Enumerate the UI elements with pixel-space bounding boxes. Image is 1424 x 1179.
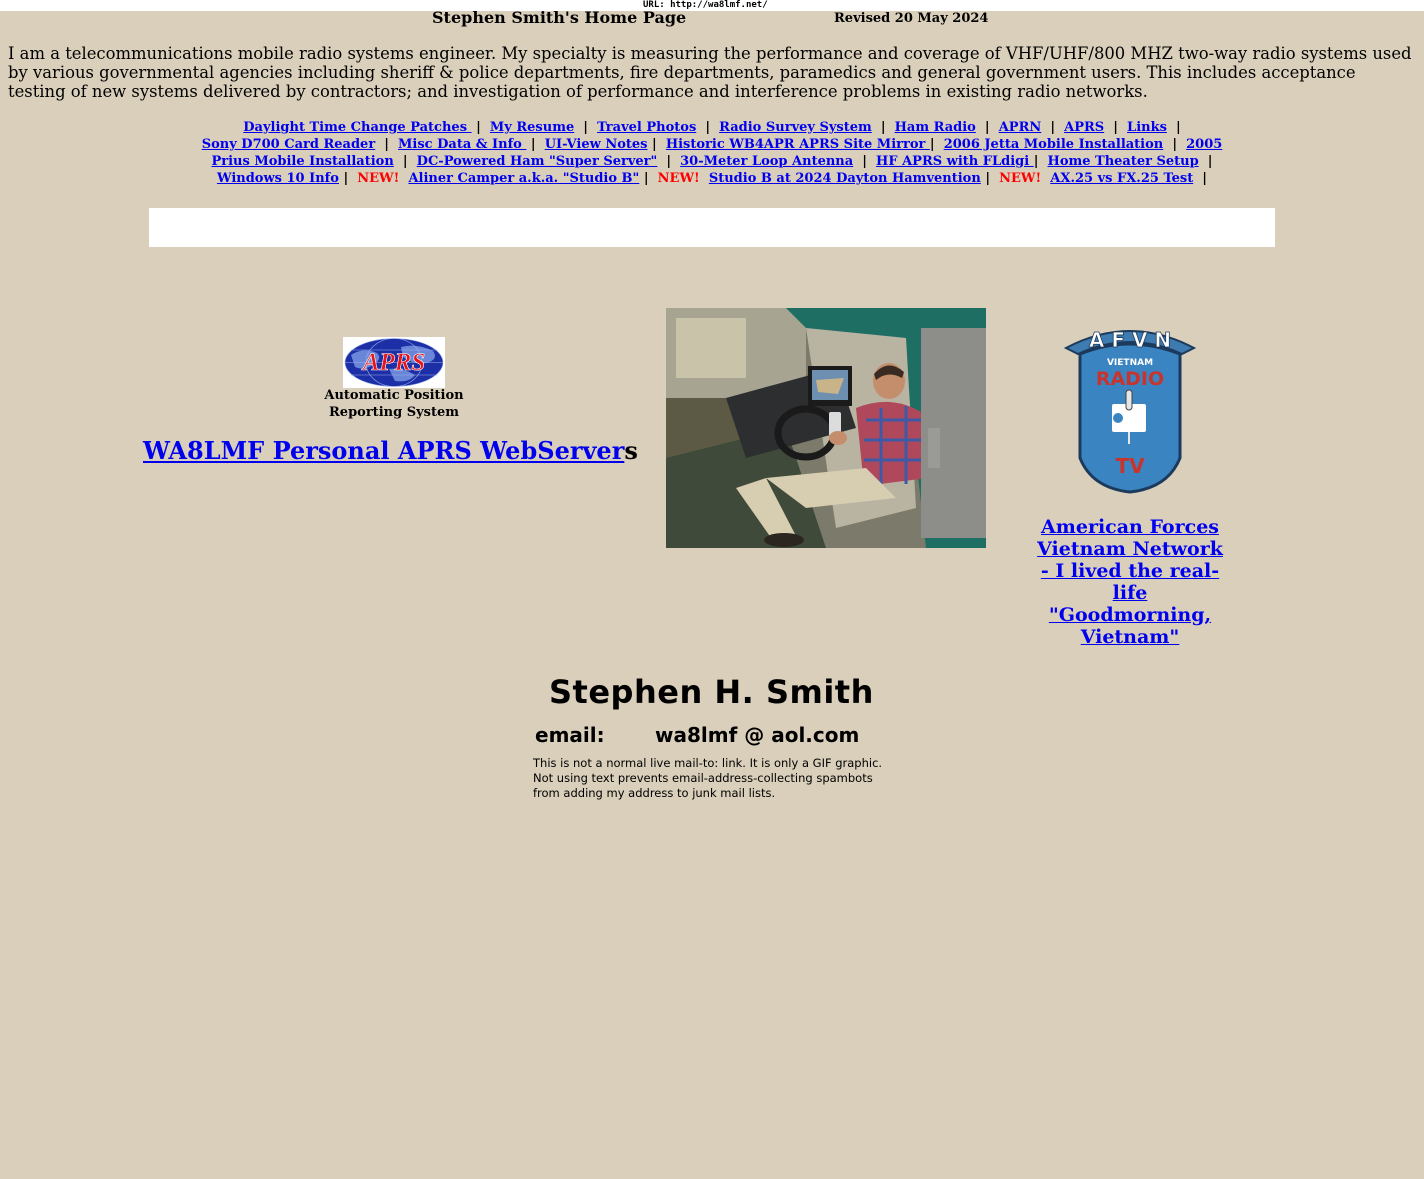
link-windows-10[interactable]: Windows 10 Info	[217, 171, 339, 186]
afvn-shield-graphic: A F V N VIETNAM RADIO TV	[1063, 328, 1197, 494]
aprs-logo-text: APRS	[361, 349, 426, 376]
link-daylight-time[interactable]: Daylight Time Change Patches	[243, 120, 471, 135]
afvn-logo-radio: RADIO	[1096, 368, 1164, 390]
link-jetta-install[interactable]: 2006 Jetta Mobile Installation	[944, 137, 1164, 152]
signature-email-value: wa8lmf @ aol.com	[655, 723, 860, 747]
signature-email-label: email:	[535, 723, 605, 747]
afvn-logo-title: A F V N	[1089, 328, 1171, 352]
nav-row-1: Daylight Time Change Patches | My Resume…	[0, 119, 1424, 136]
aprs-caption-line-2: Reporting System	[329, 405, 459, 420]
nav-row-4: Windows 10 Info | NEW! Aliner Camper a.k…	[0, 170, 1424, 187]
link-radio-survey[interactable]: Radio Survey System	[719, 120, 872, 135]
webserver-link[interactable]: WA8LMF Personal APRS WebServer	[143, 436, 624, 465]
page-title: Stephen Smith's Home Page	[432, 8, 687, 27]
link-misc-data[interactable]: Misc Data & Info	[398, 137, 526, 152]
link-prius-year[interactable]: 2005	[1186, 137, 1222, 152]
nav-separator: |	[705, 120, 711, 135]
nav-separator: |	[343, 171, 349, 186]
link-ax25-test[interactable]: AX.25 vs FX.25 Test	[1050, 171, 1193, 186]
link-aprs[interactable]: APRS	[1064, 120, 1104, 135]
nav-separator: |	[476, 120, 481, 135]
nav-separator: |	[862, 154, 867, 169]
link-uiview-notes[interactable]: UI-View Notes	[545, 137, 648, 152]
link-hf-aprs[interactable]: HF APRS with FLdigi	[876, 154, 1034, 169]
nav-row-2: Sony D700 Card Reader | Misc Data & Info…	[0, 136, 1424, 153]
new-badge: NEW!	[357, 171, 400, 186]
link-sony-d700[interactable]: Sony D700 Card Reader	[202, 137, 375, 152]
nav-separator: |	[1033, 154, 1039, 169]
new-badge: NEW!	[657, 171, 700, 186]
aprs-caption: Automatic Position Reporting System	[294, 387, 494, 421]
afvn-link[interactable]: American Forces Vietnam Network - I live…	[1037, 516, 1223, 648]
nav-separator: |	[1175, 120, 1181, 135]
link-aliner-camper[interactable]: Aliner Camper a.k.a. "Studio B"	[408, 171, 639, 186]
webserver-heading: WA8LMF Personal APRS WebServers	[143, 436, 638, 465]
nav-separator: |	[1207, 154, 1213, 169]
afvn-logo[interactable]: A F V N VIETNAM RADIO TV	[1060, 318, 1200, 494]
afvn-logo-tv: TV	[1115, 454, 1145, 478]
link-home-theater[interactable]: Home Theater Setup	[1048, 154, 1199, 169]
aprs-logo[interactable]: APRS	[343, 337, 445, 388]
link-aprn[interactable]: APRN	[999, 120, 1042, 135]
link-travel-photos[interactable]: Travel Photos	[597, 120, 696, 135]
nav-separator: |	[402, 154, 408, 169]
link-dayton-hamvention[interactable]: Studio B at 2024 Dayton Hamvention	[709, 171, 981, 186]
revised-date: Revised 20 May 2024	[834, 11, 989, 26]
nav-separator: |	[984, 120, 990, 135]
nav-separator: |	[1172, 137, 1178, 152]
nav-separator: |	[985, 171, 991, 186]
nav-separator: |	[652, 137, 657, 152]
nav-separator: |	[530, 137, 536, 152]
link-loop-antenna[interactable]: 30-Meter Loop Antenna	[680, 154, 853, 169]
link-super-server[interactable]: DC-Powered Ham "Super Server"	[417, 154, 658, 169]
afvn-link-block: American Forces Vietnam Network - I live…	[1030, 516, 1230, 648]
signature-note-line: Not using text prevents email-address-co…	[533, 771, 873, 785]
nav-separator: |	[643, 171, 649, 186]
car-photo	[666, 308, 986, 548]
nav-row-3: Prius Mobile Installation | DC-Powered H…	[0, 153, 1424, 170]
signature-note: This is not a normal live mail-to: link.…	[533, 756, 913, 801]
nav-separator: |	[1202, 171, 1208, 186]
blank-banner-area	[149, 208, 1275, 247]
signature-name: Stephen H. Smith	[549, 673, 874, 711]
webserver-suffix: s	[624, 436, 638, 465]
signature-note-line: from adding my address to junk mail list…	[533, 786, 776, 800]
afvn-logo-vietnam: VIETNAM	[1107, 358, 1153, 368]
nav-separator: |	[929, 137, 935, 152]
aprs-globe-graphic: APRS	[343, 337, 445, 388]
nav-separator: |	[880, 120, 886, 135]
nav-separator: |	[1113, 120, 1118, 135]
link-resume[interactable]: My Resume	[490, 120, 574, 135]
link-ham-radio[interactable]: Ham Radio	[895, 120, 976, 135]
intro-paragraph: I am a telecommunications mobile radio s…	[8, 44, 1412, 101]
car-photo-graphic	[666, 308, 986, 548]
aprs-caption-line-1: Automatic Position	[324, 388, 464, 403]
nav-links: Daylight Time Change Patches | My Resume…	[0, 119, 1424, 187]
link-prius-install[interactable]: Prius Mobile Installation	[211, 154, 393, 169]
nav-separator: |	[666, 154, 672, 169]
nav-separator: |	[1050, 120, 1056, 135]
nav-separator: |	[583, 120, 589, 135]
signature-note-line: This is not a normal live mail-to: link.…	[533, 756, 883, 770]
link-links[interactable]: Links	[1127, 120, 1167, 135]
link-aprs-mirror[interactable]: Historic WB4APR APRS Site Mirror	[666, 137, 930, 152]
nav-separator: |	[384, 137, 389, 152]
new-badge: NEW!	[999, 171, 1042, 186]
